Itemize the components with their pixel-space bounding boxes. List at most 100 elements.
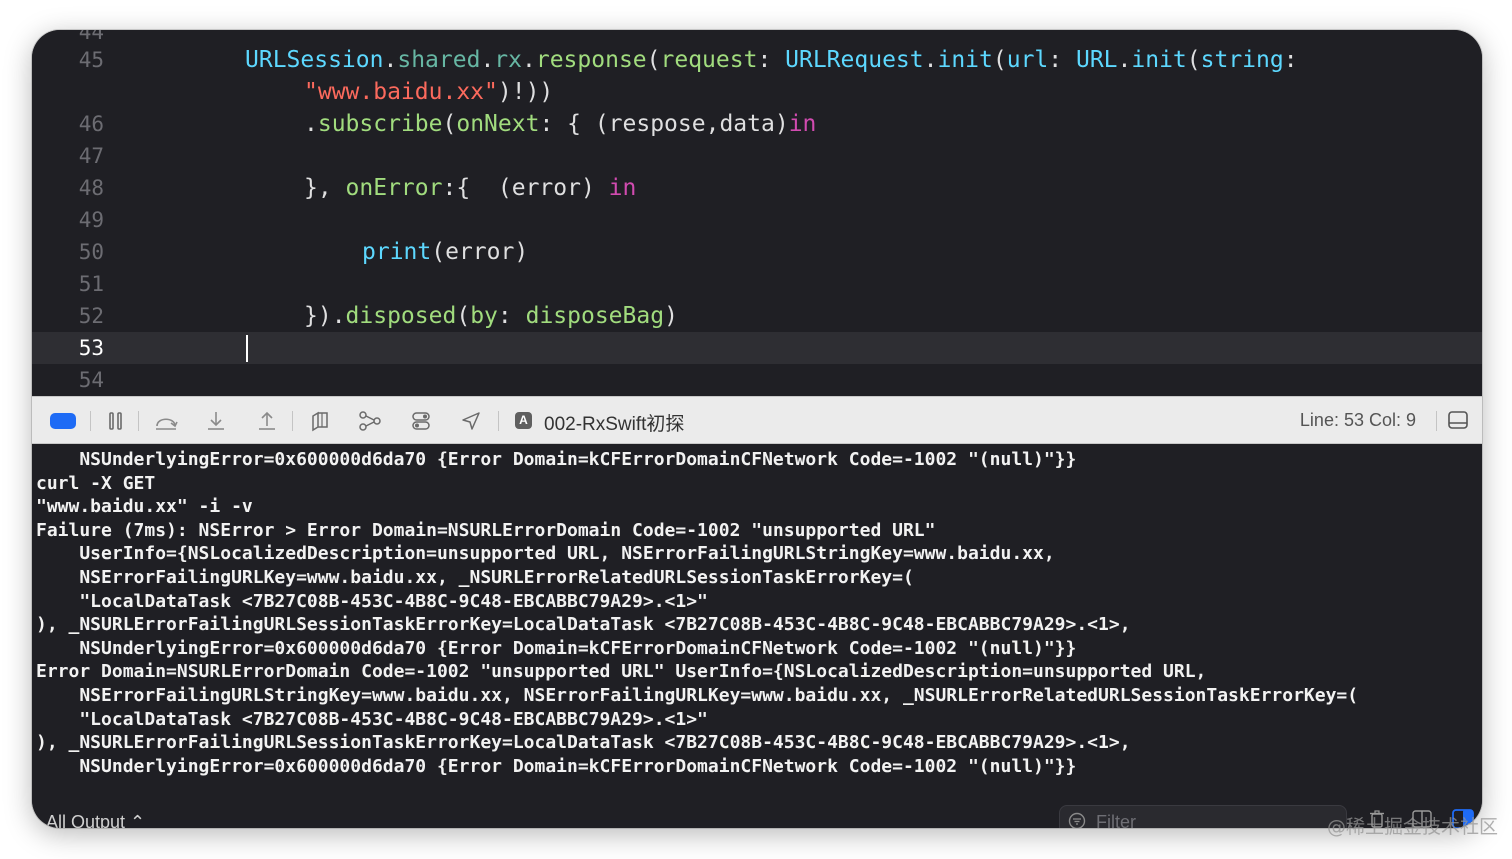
line-number: 49	[78, 208, 104, 232]
code-token: )!))	[497, 79, 554, 105]
code-token: .	[383, 47, 398, 73]
console-text: NSUnderlyingError=0x600000d6da70 {Error …	[36, 448, 1358, 778]
current-line-highlight	[32, 332, 1482, 364]
code-token: url	[1006, 47, 1049, 73]
code-line-46: .subscribe(onNext: { (respose,data)in	[304, 108, 816, 140]
code-line-45-wrap: "www.baidu.xx")!))	[304, 76, 553, 108]
code-line-50: print(error)	[362, 236, 528, 268]
code-token: .	[480, 47, 495, 73]
code-token: URL	[1075, 47, 1118, 73]
code-token: (	[646, 47, 661, 73]
step-into-icon[interactable]	[203, 409, 229, 433]
filter-icon	[1068, 812, 1086, 828]
code-token: request	[660, 47, 758, 73]
code-token: }).	[304, 303, 346, 329]
pause-icon[interactable]	[103, 409, 129, 433]
filter-field[interactable]	[1059, 805, 1347, 828]
code-token: .	[1117, 47, 1132, 73]
code-token: (	[456, 303, 471, 329]
line-number: 47	[78, 144, 104, 168]
breakpoints-toggle-icon[interactable]	[50, 413, 76, 429]
code-token: response	[535, 47, 647, 73]
console-line: NSUnderlyingError=0x600000d6da70 {Error …	[36, 449, 1077, 470]
console-line: NSErrorFailingURLKey=www.baidu.xx, _NSUR…	[36, 566, 914, 588]
code-token: .	[923, 47, 938, 73]
console-line: NSUnderlyingError=0x600000d6da70 {Error …	[36, 637, 1077, 659]
code-token: )	[664, 303, 678, 329]
line-number: 51	[78, 272, 104, 296]
code-token: in	[788, 111, 817, 137]
code-token: .	[522, 47, 536, 73]
console-line: UserInfo={NSLocalizedDescription=unsuppo…	[36, 543, 1055, 565]
code-token: shared	[397, 47, 481, 73]
memory-graph-icon[interactable]	[357, 409, 383, 433]
code-token: onNext	[456, 111, 540, 137]
code-token: },	[304, 175, 346, 201]
code-token: (error)	[431, 239, 529, 265]
separator	[90, 411, 91, 431]
console-line: curl -X GET	[36, 472, 156, 494]
code-line-48: }, onError:{ (error) in	[304, 172, 636, 204]
line-number-current: 53	[78, 336, 104, 360]
console-line: "LocalDataTask <7B27C08B-453C-4B8C-9C48-…	[36, 590, 708, 612]
step-over-icon[interactable]	[153, 409, 179, 433]
line-number: 46	[78, 112, 104, 136]
hide-debug-area-icon[interactable]	[1448, 410, 1468, 430]
line-number: 48	[78, 176, 104, 200]
code-token: :	[1048, 47, 1076, 73]
line-col-indicator: Line: 53 Col: 9	[1299, 410, 1416, 430]
code-token: : { (respose,data)	[539, 111, 789, 137]
code-token: (	[442, 111, 457, 137]
console-line: Error Domain=NSURLErrorDomain Code=-1002…	[36, 661, 1207, 683]
view-hierarchy-icon[interactable]	[307, 409, 333, 433]
separator	[292, 411, 293, 431]
code-token: .	[304, 111, 318, 137]
code-token: init	[937, 47, 993, 73]
console-line: Failure (7ms): NSError > Error Domain=NS…	[36, 519, 936, 541]
separator	[138, 411, 139, 431]
code-token: URLSession	[245, 47, 384, 73]
code-token: init	[1131, 47, 1187, 73]
line-number: 45	[78, 48, 104, 72]
code-token: URLRequest	[785, 47, 924, 73]
code-line-52: }).disposed(by: disposeBag)	[304, 300, 678, 332]
code-token: :	[497, 303, 526, 329]
code-token: :{ (error)	[442, 175, 609, 201]
code-token: onError	[345, 175, 443, 201]
console-line: "LocalDataTask <7B27C08B-453C-4B8C-9C48-…	[36, 708, 708, 730]
debug-bar: A 002-RxSwift初探 Line: 53 Col: 9	[32, 396, 1482, 444]
line-number: 50	[78, 240, 104, 264]
code-token: disposed	[345, 303, 457, 329]
console-line: ), _NSURLErrorFailingURLSessionTaskError…	[36, 732, 1131, 754]
code-token: "www.baidu.xx"	[304, 79, 498, 105]
separator	[1436, 411, 1437, 431]
watermark-text: @稀土掘金技术社区	[1327, 816, 1499, 838]
text-cursor	[246, 335, 248, 362]
code-token: disposeBag	[525, 303, 665, 329]
filter-input[interactable]	[1094, 810, 1338, 828]
line-number: 54	[78, 368, 104, 392]
code-token: rx	[494, 47, 522, 73]
output-selector[interactable]: All Output ⌃	[46, 812, 145, 828]
code-token: :	[757, 47, 786, 73]
scheme-label[interactable]: 002-RxSwift初探	[544, 409, 684, 436]
code-token: print	[362, 239, 432, 265]
code-token: (	[992, 47, 1007, 73]
code-line-45: URLSession.shared.rx.response(request: U…	[245, 44, 1298, 76]
console-line: "www.baidu.xx" -i -v	[36, 496, 253, 518]
xcode-window: 44 45 46 47 48 49 50 51 52 53 54 URLSess…	[32, 30, 1482, 828]
app-target-icon: A	[515, 412, 532, 429]
code-token: by	[470, 303, 498, 329]
environment-overrides-icon[interactable]	[408, 409, 434, 433]
code-token: in	[608, 175, 637, 201]
source-editor[interactable]: 44 45 46 47 48 49 50 51 52 53 54 URLSess…	[32, 30, 1482, 396]
step-out-icon[interactable]	[254, 409, 280, 433]
console-output[interactable]: NSUnderlyingError=0x600000d6da70 {Error …	[32, 444, 1482, 828]
code-token: (	[1186, 47, 1201, 73]
simulate-location-icon[interactable]	[458, 409, 484, 433]
console-line: ), _NSURLErrorFailingURLSessionTaskError…	[36, 614, 1131, 636]
code-token: subscribe	[317, 111, 443, 137]
console-line: NSErrorFailingURLStringKey=www.baidu.xx,…	[36, 684, 1359, 706]
separator	[498, 411, 499, 431]
console-line: NSUnderlyingError=0x600000d6da70 {Error …	[36, 755, 1077, 777]
